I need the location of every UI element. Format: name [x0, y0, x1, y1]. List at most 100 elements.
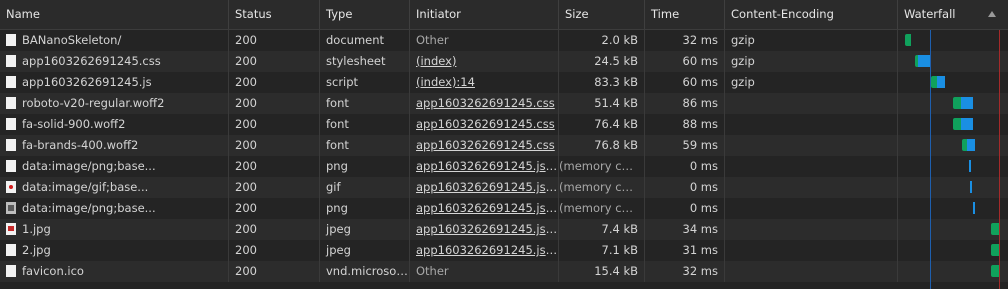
- cell-time: 86 ms: [645, 93, 725, 114]
- column-header-name[interactable]: Name: [0, 0, 229, 29]
- cell-encoding: gzip: [725, 72, 898, 93]
- column-header-content-encoding[interactable]: Content-Encoding: [725, 0, 898, 29]
- request-name[interactable]: fa-solid-900.woff2: [22, 117, 125, 131]
- table-row[interactable]: data:image/png;base... 200 png app160326269…: [0, 156, 1008, 177]
- table-row[interactable]: 1.jpg 200 jpeg app1603262691245.js:20 7.4 kB…: [0, 219, 1008, 240]
- table-row[interactable]: app1603262691245.css 200 stylesheet (index)…: [0, 51, 1008, 72]
- cell-status: 200: [229, 219, 320, 240]
- cell-name: data:image/png;base...: [0, 198, 229, 219]
- cell-type: font: [320, 135, 410, 156]
- table-row[interactable]: 2.jpg 200 jpeg app1603262691245.js:20 7.1 kB…: [0, 240, 1008, 261]
- content-download-segment: [967, 139, 975, 151]
- request-name[interactable]: fa-brands-400.woff2: [22, 138, 138, 152]
- cell-encoding: [725, 177, 898, 198]
- cell-waterfall: [898, 198, 1008, 219]
- cell-size: 15.4 kB: [559, 261, 645, 282]
- cell-name: 2.jpg: [0, 240, 229, 261]
- cell-name: app1603262691245.js: [0, 72, 229, 93]
- cell-time: 60 ms: [645, 51, 725, 72]
- cell-status: 200: [229, 51, 320, 72]
- initiator-link[interactable]: (index): [416, 54, 456, 68]
- cell-name: data:image/png;base...: [0, 156, 229, 177]
- cell-time: 32 ms: [645, 261, 725, 282]
- waiting-segment: [991, 223, 999, 235]
- waiting-segment: [991, 265, 999, 277]
- waterfall-bar[interactable]: [969, 160, 971, 172]
- request-name[interactable]: data:image/png;base...: [22, 201, 156, 215]
- cell-initiator: Other: [410, 30, 559, 51]
- request-name[interactable]: roboto-v20-regular.woff2: [22, 96, 164, 110]
- cell-waterfall: [898, 135, 1008, 156]
- initiator-link[interactable]: app1603262691245.css: [416, 117, 555, 131]
- cell-time: 0 ms: [645, 156, 725, 177]
- file-icon: [6, 55, 16, 67]
- table-row[interactable]: fa-brands-400.woff2 200 font app16032626912…: [0, 135, 1008, 156]
- cell-type: gif: [320, 177, 410, 198]
- request-name[interactable]: favicon.ico: [22, 264, 84, 278]
- cell-size: (memory cac...: [559, 198, 645, 219]
- column-header-waterfall[interactable]: Waterfall: [898, 0, 1008, 29]
- cell-encoding: [725, 219, 898, 240]
- initiator-link[interactable]: app1603262691245.js:11: [416, 159, 558, 173]
- network-request-table: Name Status Type Initiator Size Time Con…: [0, 0, 1008, 289]
- initiator-link[interactable]: app1603262691245.css: [416, 96, 555, 110]
- cell-status: 200: [229, 72, 320, 93]
- cell-time: 60 ms: [645, 72, 725, 93]
- cell-status: 200: [229, 114, 320, 135]
- column-header-size[interactable]: Size: [559, 0, 645, 29]
- initiator-text: Other: [416, 264, 449, 278]
- cell-time: 32 ms: [645, 30, 725, 51]
- waiting-segment: [953, 97, 961, 109]
- request-name[interactable]: app1603262691245.css: [22, 54, 161, 68]
- table-row[interactable]: data:image/gif;base... 200 gif app160326269…: [0, 177, 1008, 198]
- cell-size: (memory cac...: [559, 156, 645, 177]
- request-name[interactable]: 1.jpg: [22, 222, 51, 236]
- content-download-segment: [937, 76, 945, 88]
- content-download-segment: [961, 118, 973, 130]
- cell-name: BANanoSkeleton/: [0, 30, 229, 51]
- request-name[interactable]: BANanoSkeleton/: [22, 33, 121, 47]
- column-header-type[interactable]: Type: [320, 0, 410, 29]
- image-icon: [6, 202, 16, 214]
- cell-time: 34 ms: [645, 219, 725, 240]
- cell-initiator: app1603262691245.js:13: [410, 177, 559, 198]
- initiator-link[interactable]: app1603262691245.js:20: [416, 222, 558, 236]
- cell-encoding: gzip: [725, 51, 898, 72]
- initiator-link[interactable]: app1603262691245.js:13: [416, 180, 558, 194]
- cell-initiator: app1603262691245.js:11: [410, 156, 559, 177]
- table-row[interactable]: data:image/png;base... 200 png app160326269…: [0, 198, 1008, 219]
- waterfall-bar[interactable]: [970, 181, 972, 193]
- column-header-time[interactable]: Time: [645, 0, 725, 29]
- request-name[interactable]: app1603262691245.js: [22, 75, 152, 89]
- initiator-link[interactable]: app1603262691245.js:13: [416, 201, 558, 215]
- cell-status: 200: [229, 135, 320, 156]
- cell-time: 0 ms: [645, 198, 725, 219]
- waterfall-bar[interactable]: [973, 202, 975, 214]
- initiator-link[interactable]: (index):14: [416, 75, 475, 89]
- sort-ascending-icon[interactable]: [988, 11, 996, 17]
- table-row[interactable]: app1603262691245.js 200 script (index):14 83…: [0, 72, 1008, 93]
- initiator-link[interactable]: app1603262691245.js:20: [416, 243, 558, 257]
- column-header-initiator[interactable]: Initiator: [410, 0, 559, 29]
- request-name[interactable]: 2.jpg: [22, 243, 51, 257]
- cell-time: 31 ms: [645, 240, 725, 261]
- cell-name: data:image/gif;base...: [0, 177, 229, 198]
- cell-size: 7.1 kB: [559, 240, 645, 261]
- table-row[interactable]: roboto-v20-regular.woff2 200 font app160326…: [0, 93, 1008, 114]
- column-header-status[interactable]: Status: [229, 0, 320, 29]
- cell-status: 200: [229, 198, 320, 219]
- cell-type: jpeg: [320, 219, 410, 240]
- cell-waterfall: [898, 93, 1008, 114]
- file-icon: [6, 265, 16, 277]
- cell-size: 51.4 kB: [559, 93, 645, 114]
- cell-waterfall: [898, 240, 1008, 261]
- table-row[interactable]: BANanoSkeleton/200 document Other 2.0 kB 32 …: [0, 30, 1008, 51]
- request-name[interactable]: data:image/gif;base...: [22, 180, 148, 194]
- cell-size: 83.3 kB: [559, 72, 645, 93]
- table-row[interactable]: favicon.ico 200 vnd.microsoft... Other 15.4 …: [0, 261, 1008, 282]
- request-name[interactable]: data:image/png;base...: [22, 159, 156, 173]
- cell-initiator: Other: [410, 261, 559, 282]
- initiator-link[interactable]: app1603262691245.css: [416, 138, 555, 152]
- table-row[interactable]: fa-solid-900.woff2 200 font app160326269124…: [0, 114, 1008, 135]
- cell-waterfall: [898, 51, 1008, 72]
